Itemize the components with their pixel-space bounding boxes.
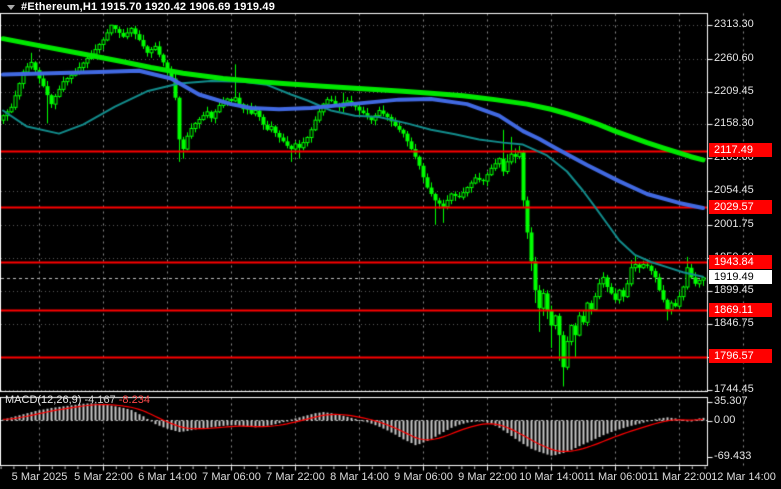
symbol-dropdown-icon[interactable] (7, 5, 15, 10)
macd-main-value: -4.167 (84, 394, 116, 406)
time-axis-label: 5 Mar 22:00 (74, 471, 133, 483)
time-axis-label: 10 Mar 14:00 (519, 471, 584, 483)
time-axis-label: 9 Mar 22:00 (458, 471, 517, 483)
time-axis-label: 7 Mar 22:00 (266, 471, 325, 483)
price-axis-label: 2001.75 (714, 217, 754, 230)
time-axis-label: 9 Mar 06:00 (394, 471, 453, 483)
macd-axis[interactable]: 35.307 0.00 -69.433 (708, 395, 781, 465)
time-axis-label: 8 Mar 14:00 (330, 471, 389, 483)
macd-indicator-label: MACD(12,26,9) -4.167 -8.234 (5, 394, 150, 406)
macd-name: MACD(12,26,9) (5, 394, 82, 406)
chart-title-bar: #Ethereum,H1 1915.70 1920.42 1906.69 191… (5, 1, 275, 13)
price-level-badge: 1796.57 (709, 349, 772, 364)
current-price-badge: 1919.49 (709, 270, 772, 285)
price-axis-label: 2313.30 (714, 18, 754, 30)
macd-axis-label: -69.433 (714, 450, 752, 463)
macd-signal-value: -8.234 (118, 394, 150, 406)
price-level-badge: 2117.49 (709, 143, 772, 158)
price-axis-label: 1846.75 (714, 317, 754, 330)
chart-window: #Ethereum,H1 1915.70 1920.42 1906.69 191… (0, 0, 781, 489)
chart-canvas[interactable] (0, 0, 781, 489)
price-axis[interactable]: 2313.30 2260.60 2209.45 2158.30 2105.60 2054.… (708, 13, 781, 395)
price-axis-label: 2054.45 (714, 184, 754, 197)
time-axis-label: 12 Mar 14:00 (711, 471, 776, 483)
price-axis-label: 1899.45 (714, 283, 754, 296)
price-level-badge: 2029.57 (709, 199, 772, 214)
macd-axis-label: 35.307 (714, 395, 748, 408)
price-level-badge: 1869.11 (709, 302, 772, 317)
time-axis-label: 5 Mar 2025 (11, 471, 68, 483)
time-axis-label: 6 Mar 14:00 (138, 471, 197, 483)
time-axis-label: 11 Mar 06:00 (583, 471, 648, 483)
time-axis-label: 7 Mar 06:00 (202, 471, 261, 483)
price-axis-label: 2158.30 (714, 117, 754, 130)
time-axis-label: 11 Mar 22:00 (647, 471, 712, 483)
price-axis-label: 2260.60 (714, 51, 754, 64)
price-level-badge: 1943.84 (709, 254, 772, 269)
time-axis[interactable]: 5 Mar 2025 5 Mar 22:00 6 Mar 14:00 7 Mar 06… (0, 466, 781, 489)
price-axis-label: 2209.45 (714, 84, 754, 97)
macd-axis-label: 0.00 (714, 414, 736, 426)
chart-title: #Ethereum,H1 1915.70 1920.42 1906.69 191… (21, 1, 276, 13)
